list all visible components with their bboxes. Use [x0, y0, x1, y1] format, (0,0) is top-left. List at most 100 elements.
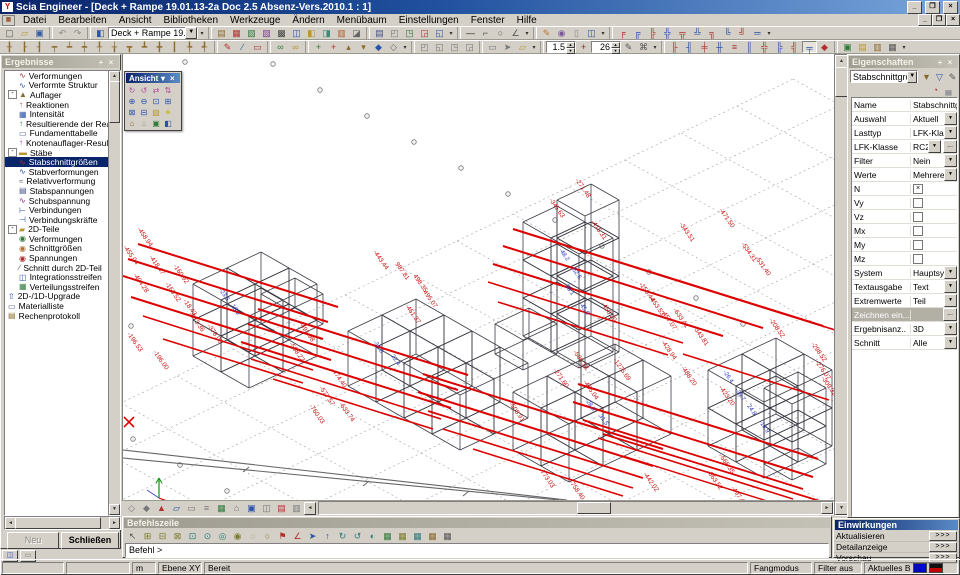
move-icon[interactable]: ╂ — [2, 41, 17, 53]
array-icon[interactable]: ┃ — [167, 41, 182, 53]
result-reactions-icon[interactable]: ╣ — [787, 41, 802, 53]
active-window-combo-arrow-icon[interactable]: ▼ — [185, 27, 197, 39]
named-view-icon[interactable]: ▣ — [150, 118, 162, 129]
command-input[interactable]: Befehl > — [125, 543, 829, 558]
print-view-icon[interactable]: ▥ — [289, 502, 304, 514]
send-icon[interactable]: ◲ — [417, 27, 432, 39]
properties-pin-icon[interactable]: + — [935, 58, 945, 67]
zoom-window-icon[interactable]: ⊡ — [150, 96, 162, 107]
select-cursor-icon[interactable]: ↖ — [125, 530, 140, 542]
layout-icon[interactable]: ▄ — [942, 84, 955, 96]
ellipsis-button[interactable]: ... — [943, 308, 957, 321]
tree-item-fundamenttabelle[interactable]: ▭Fundamenttabelle — [5, 129, 109, 139]
menu-hilfe[interactable]: Hilfe — [511, 15, 543, 26]
polyline-icon[interactable]: ⌐ — [478, 27, 493, 39]
perspective-icon[interactable]: ▱ — [169, 502, 184, 514]
result-my-icon[interactable]: ≡ — [727, 41, 742, 53]
result-mx-icon[interactable]: ╫ — [712, 41, 727, 53]
angle-icon[interactable]: ∠ — [508, 27, 523, 39]
tree-item-materialliste[interactable]: ▭Materialliste — [5, 301, 109, 311]
origin-icon[interactable]: ⊙ — [200, 530, 215, 542]
dropdown-icon[interactable]: ▼ — [944, 322, 957, 335]
menu-ndern[interactable]: Ändern — [286, 15, 330, 26]
picture-icon[interactable]: ◧ — [304, 27, 319, 39]
close-panel-button[interactable]: Schließen — [61, 532, 119, 549]
annotate-icon[interactable]: ✎ — [220, 41, 235, 53]
angle-snap-icon[interactable]: ∠ — [290, 530, 305, 542]
result-scale-spinner[interactable]: 1.5▲▼ — [546, 41, 576, 53]
viewport-canvas[interactable]: -458.94-455.04-418.47-404.28-160.92-163.… — [122, 54, 834, 500]
dropdown-icon[interactable]: ▼ — [944, 294, 957, 307]
close-panel-icon[interactable]: × — [106, 58, 116, 67]
batch-icon[interactable]: ▤ — [855, 41, 870, 53]
tree-item-stabschnittgr-en[interactable]: ∿Stabschnittgrößen — [5, 157, 109, 167]
line-icon[interactable]: — — [463, 27, 478, 39]
explode-icon[interactable]: ╃ — [197, 41, 212, 53]
dropdown-icon[interactable]: ▼ — [944, 168, 957, 181]
break-icon[interactable]: ╁ — [107, 41, 122, 53]
flag-icon[interactable]: ⚑ — [275, 530, 290, 542]
tree-item-rechenprotokoll[interactable]: ▤Rechenprotokoll — [5, 311, 109, 321]
palette-close-icon[interactable]: × — [168, 74, 177, 83]
menu-fenster[interactable]: Fenster — [465, 15, 511, 26]
aktualisieren-button[interactable]: >>> — [929, 531, 957, 541]
results-tree-hscrollbar[interactable]: ◄ ► — [4, 516, 121, 530]
menu-werkzeuge[interactable]: Werkzeuge — [224, 15, 286, 26]
grid-toggle-icon[interactable]: ▦ — [214, 502, 229, 514]
result-vz-icon[interactable]: ╪ — [697, 41, 712, 53]
print-drop[interactable]: ▾ — [447, 30, 455, 37]
print-icon[interactable]: ▤ — [372, 27, 387, 39]
offset-icon[interactable]: ╄ — [182, 41, 197, 53]
home-view-icon[interactable]: ⌂ — [229, 502, 244, 514]
tree-item-integrationsstreifen[interactable]: ◫Integrationsstreifen — [5, 272, 109, 282]
blue-flag-icon[interactable] — [913, 563, 927, 573]
orbit-icon[interactable]: ⇅ — [162, 85, 174, 96]
rotate-view-icon[interactable]: ↻ — [126, 85, 138, 96]
pin-icon[interactable]: + — [96, 58, 106, 67]
tree-item-schnittgr-en[interactable]: ◉Schnittgrößen — [5, 244, 109, 254]
result-extreme-icon[interactable]: ◆ — [817, 41, 832, 53]
mirror-icon[interactable]: ┯ — [47, 41, 62, 53]
tree-item-spannungen[interactable]: ◉Spannungen — [5, 253, 109, 263]
checkbox-unchecked[interactable] — [913, 254, 923, 264]
render-icon[interactable]: ▨ — [150, 107, 162, 118]
catalog-icon[interactable]: ▩ — [274, 27, 289, 39]
close-button[interactable]: × — [943, 1, 958, 14]
tree-item-stabspannungen[interactable]: ▤Stabspannungen — [5, 186, 109, 196]
table5-icon[interactable]: ▦ — [440, 530, 455, 542]
unlink-icon[interactable]: ∞ — [288, 41, 303, 53]
clipboard-icon[interactable]: ▯ — [569, 27, 584, 39]
menu-bearbeiten[interactable]: Bearbeiten — [52, 15, 112, 26]
member-support-icon[interactable]: ═ — [750, 27, 765, 39]
result-mz-icon[interactable]: ║ — [742, 41, 757, 53]
measure-icon[interactable]: ∕ — [235, 41, 250, 53]
zoom-previous-icon[interactable]: ⊟ — [138, 107, 150, 118]
tree-item-intensit-t[interactable]: ▦Intensität — [5, 109, 109, 119]
document-icon[interactable]: ▥ — [334, 27, 349, 39]
menu-datei[interactable]: Datei — [17, 15, 52, 26]
up-icon[interactable]: ↑ — [320, 530, 335, 542]
results-tree-vscrollbar[interactable]: ▲ ▼ — [108, 70, 121, 516]
clip-plane-icon[interactable]: ◧ — [162, 118, 174, 129]
tree-item-schnitt-durch-2d-teil[interactable]: ∕Schnitt durch 2D-Teil — [5, 263, 109, 273]
view-side-icon[interactable]: ◳ — [447, 41, 462, 53]
layers-view-icon[interactable]: ≡ — [199, 502, 214, 514]
tree-item-verformte-struktur[interactable]: ∿Verformte Struktur — [5, 81, 109, 91]
table3-icon[interactable]: ▦ — [410, 530, 425, 542]
menu-ansicht[interactable]: Ansicht — [113, 15, 158, 26]
tree-item-st-be[interactable]: -▬Stäbe — [5, 148, 109, 158]
window-drop[interactable]: ▾ — [198, 30, 206, 37]
undo-icon[interactable]: ↶ — [55, 27, 70, 39]
stretch-icon[interactable]: ┷ — [62, 41, 77, 53]
dot-grid-icon[interactable]: ⊞ — [140, 530, 155, 542]
font-size-spinner[interactable]: 26▲▼ — [591, 41, 621, 53]
lower-icon[interactable]: ▾ — [356, 41, 371, 53]
extend-icon[interactable]: ╀ — [92, 41, 107, 53]
scale-icon[interactable]: ╋ — [152, 41, 167, 53]
export-icon[interactable]: ◳ — [402, 27, 417, 39]
line-grid-icon[interactable]: ⊟ — [155, 530, 170, 542]
checkbox-unchecked[interactable] — [913, 226, 923, 236]
select-icon[interactable]: ◉ — [554, 27, 569, 39]
result-deform-icon[interactable]: ╬ — [757, 41, 772, 53]
zoom-extents-icon[interactable]: ▭ — [184, 502, 199, 514]
